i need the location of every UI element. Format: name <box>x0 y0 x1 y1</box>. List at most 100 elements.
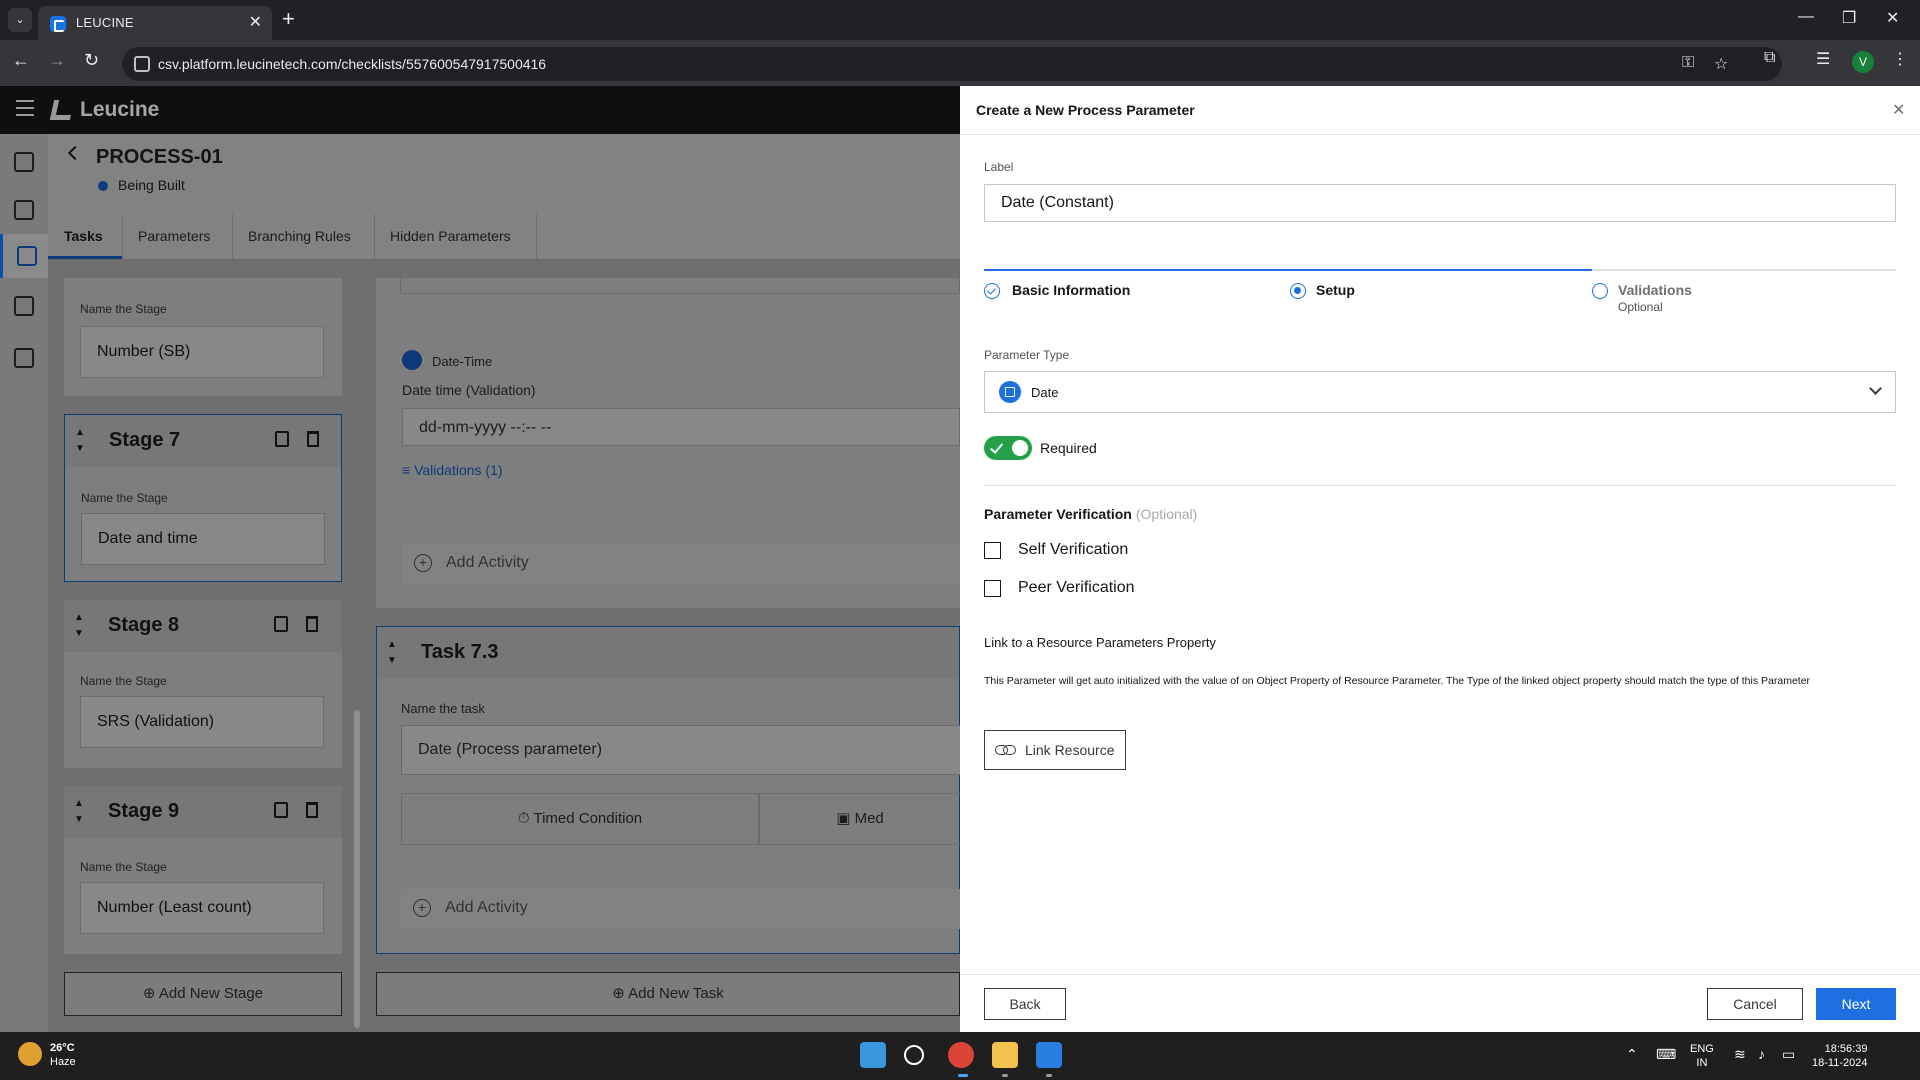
search-icon[interactable] <box>904 1045 924 1065</box>
back-arrow-icon[interactable]: ← <box>12 50 30 71</box>
rail-processes[interactable] <box>0 234 48 278</box>
file-explorer-icon[interactable] <box>992 1042 1018 1068</box>
reorder-arrows-icon[interactable]: ▲ ▼ <box>75 425 85 457</box>
peer-verification-checkbox[interactable] <box>984 580 1001 597</box>
task-name-input[interactable]: Date (Process parameter) <box>401 725 961 775</box>
date-time-icon <box>402 350 422 370</box>
rail-calendar[interactable] <box>0 284 48 328</box>
media-button[interactable]: ▣ Med <box>759 793 961 845</box>
stage-name-input[interactable]: Number (SB) <box>80 326 324 378</box>
add-new-stage-button[interactable]: ⊕ Add New Stage <box>64 972 342 1016</box>
chrome-icon[interactable] <box>948 1042 974 1068</box>
forward-arrow-icon[interactable]: → <box>48 50 66 71</box>
timed-condition-button[interactable]: ⏱ Timed Condition <box>401 793 759 845</box>
tray-chevron-up-icon[interactable]: ⌃ <box>1626 1046 1638 1063</box>
weather-haze-icon[interactable] <box>18 1042 42 1066</box>
delete-icon[interactable] <box>307 431 319 447</box>
task-card[interactable]: Date-Time Date time (Validation) dd-mm-y… <box>376 268 960 608</box>
tab-search-chevron-icon[interactable]: ⌄ <box>8 8 32 32</box>
add-activity-button[interactable]: + Add Activity <box>402 544 960 584</box>
new-tab-plus-icon[interactable]: + <box>282 6 295 32</box>
window-close-icon[interactable]: ✕ <box>1886 8 1899 28</box>
stage-card[interactable]: Name the Stage Number (SB) <box>64 278 342 396</box>
stage-card[interactable]: ▲ ▼ Stage 9 Name the Stage Number (Least … <box>64 786 342 954</box>
tab-branching-rules[interactable]: Branching Rules <box>248 228 351 244</box>
step-setup[interactable]: Setup <box>1316 282 1355 298</box>
date-time-input[interactable]: dd-mm-yyyy --:-- -- <box>402 408 960 446</box>
tab-close-icon[interactable]: ✕ <box>249 12 262 32</box>
windows-start-icon[interactable] <box>860 1042 886 1068</box>
automate-running-indicator <box>1046 1074 1052 1077</box>
step-basic-information[interactable]: Basic Information <box>1012 282 1130 298</box>
step-validations[interactable]: Validations <box>1618 282 1692 298</box>
reorder-arrows-icon[interactable]: ▲ ▼ <box>387 637 397 669</box>
parameter-type-select[interactable]: Date <box>984 371 1896 413</box>
stage-scrollbar[interactable] <box>354 710 360 1028</box>
cancel-button[interactable]: Cancel <box>1707 988 1803 1020</box>
reorder-arrows-icon[interactable]: ▲ ▼ <box>74 796 84 828</box>
bookmark-star-icon[interactable]: ☆ <box>1714 54 1728 74</box>
stage-card-selected[interactable]: ▲ ▼ Stage 7 Name the Stage Date and time <box>64 414 342 582</box>
media-controls-icon[interactable]: ☰ <box>1816 49 1830 69</box>
check-circle-icon <box>984 283 1000 299</box>
volume-icon[interactable]: ♪ <box>1758 1046 1765 1062</box>
os-taskbar: 26°C Haze ⌃ ⌨ ENG IN ≋ ♪ ▭ 18:56:39 18-1… <box>0 1032 1920 1080</box>
copy-icon[interactable] <box>274 616 288 632</box>
delete-icon[interactable] <box>306 616 318 632</box>
copy-icon[interactable] <box>274 802 288 818</box>
rail-inbox[interactable] <box>0 140 48 184</box>
wifi-icon[interactable]: ≋ <box>1734 1046 1746 1063</box>
clock-date: 18-11-2024 <box>1812 1057 1868 1069</box>
add-new-task-label: Add New Task <box>628 985 724 1002</box>
language-indicator[interactable]: ENG IN <box>1690 1042 1714 1070</box>
stage-name-input[interactable]: Date and time <box>81 513 325 565</box>
required-toggle[interactable] <box>984 436 1032 460</box>
tab-title: LEUCINE <box>76 15 134 30</box>
back-button[interactable]: Back <box>984 988 1066 1020</box>
stage-name-input[interactable]: SRS (Validation) <box>80 696 324 748</box>
next-button[interactable]: Next <box>1816 988 1896 1020</box>
site-info-icon[interactable] <box>134 56 150 72</box>
self-verification-checkbox[interactable] <box>984 542 1001 559</box>
language-primary: ENG <box>1690 1043 1714 1055</box>
power-automate-icon[interactable] <box>1036 1042 1062 1068</box>
system-clock[interactable]: 18:56:39 18-11-2024 <box>1812 1042 1867 1070</box>
hamburger-menu-icon[interactable] <box>16 100 34 121</box>
tray-notification-icon[interactable]: ⌨ <box>1656 1046 1676 1063</box>
extensions-icon[interactable]: ⧉ <box>1764 49 1775 67</box>
validations-link[interactable]: ≡ Validations (1) <box>402 462 503 478</box>
rail-ontology[interactable] <box>0 336 48 380</box>
stage-name-input[interactable]: Number (Least count) <box>80 882 324 934</box>
stage-card[interactable]: ▲ ▼ Stage 8 Name the Stage SRS (Validatio… <box>64 600 342 768</box>
drawer-title: Create a New Process Parameter <box>976 102 1195 118</box>
tab-parameters[interactable]: Parameters <box>138 228 210 244</box>
link-resource-button[interactable]: Link Resource <box>984 730 1126 770</box>
label-input[interactable]: Date (Constant) <box>984 184 1896 222</box>
battery-icon[interactable]: ▭ <box>1782 1046 1795 1063</box>
tab-tasks[interactable]: Tasks <box>64 228 103 244</box>
task-card-selected[interactable]: ▲ ▼ Task 7.3 Name the task Date (Process … <box>376 626 961 954</box>
minimize-icon[interactable]: — <box>1798 8 1814 26</box>
browser-tab[interactable]: LEUCINE ✕ <box>38 6 272 40</box>
reorder-arrows-icon[interactable]: ▲ ▼ <box>74 610 84 642</box>
reload-icon[interactable]: ↻ <box>84 50 99 71</box>
add-new-task-button[interactable]: ⊕ Add New Task <box>376 972 960 1016</box>
browser-menu-icon[interactable]: ⋮ <box>1892 49 1908 69</box>
add-activity-button[interactable]: + Add Activity <box>401 889 961 929</box>
task-action-row <box>400 268 960 294</box>
copy-icon[interactable] <box>275 431 289 447</box>
weather-widget[interactable]: 26°C Haze <box>50 1041 76 1069</box>
address-bar[interactable]: csv.platform.leucinetech.com/checklists/… <box>122 47 1782 81</box>
param-type-label: Date-Time <box>432 354 493 369</box>
radio-empty-icon <box>1592 283 1608 299</box>
restore-icon[interactable]: ❐ <box>1842 8 1856 28</box>
profile-avatar[interactable]: V <box>1852 51 1874 73</box>
tab-hidden-parameters[interactable]: Hidden Parameters <box>390 228 511 244</box>
required-label: Required <box>1040 440 1097 456</box>
browser-toolbar: ← → ↻ csv.platform.leucinetech.com/check… <box>0 40 1920 86</box>
rail-checklists[interactable] <box>0 188 48 232</box>
create-parameter-drawer: Create a New Process Parameter ✕ Label D… <box>960 86 1920 1032</box>
drawer-close-icon[interactable]: ✕ <box>1892 100 1905 120</box>
delete-icon[interactable] <box>306 802 318 818</box>
password-key-icon[interactable]: ⚿ <box>1682 54 1694 72</box>
